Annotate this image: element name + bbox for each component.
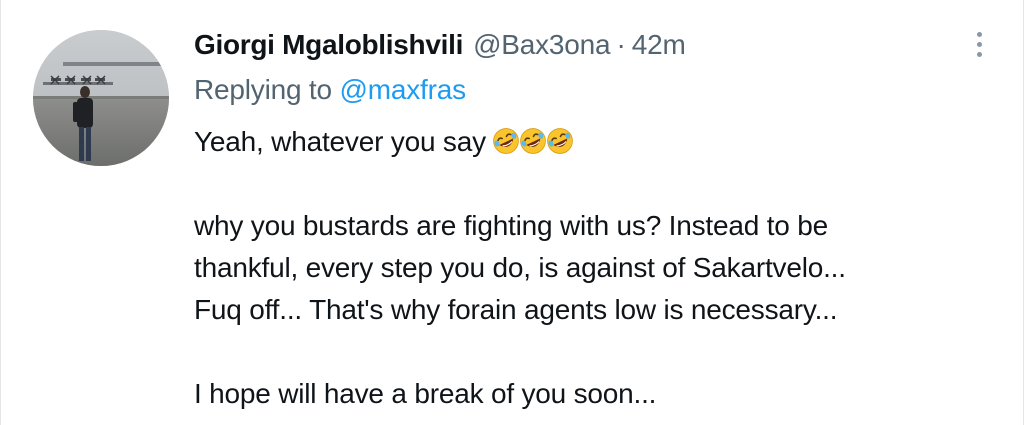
avatar[interactable] xyxy=(33,30,169,166)
replying-to-mention[interactable]: @maxfras xyxy=(339,74,466,105)
more-dot xyxy=(976,31,982,37)
tweet-text-line-3: thankful, every step you do, is against … xyxy=(194,252,846,283)
rolling-on-floor-laughing-icon xyxy=(520,128,546,154)
rolling-on-floor-laughing-icon xyxy=(493,128,519,154)
tweet-header: Giorgi Mgaloblishvili @Bax3ona · 42m xyxy=(194,27,686,63)
tweet-card[interactable]: Giorgi Mgaloblishvili @Bax3ona · 42m Rep… xyxy=(0,0,1024,425)
tweet-text: Yeah, whatever you say why you bustards … xyxy=(194,121,994,415)
tweet-text-line-2: why you bustards are fighting with us? I… xyxy=(194,210,828,241)
rolling-on-floor-laughing-icon xyxy=(547,128,573,154)
more-dot xyxy=(976,41,982,47)
tweet-text-line-5: I hope will have a break of you soon... xyxy=(194,378,657,409)
separator-dot: · xyxy=(616,29,626,60)
display-name[interactable]: Giorgi Mgaloblishvili xyxy=(194,27,463,63)
replying-to-label: Replying to xyxy=(194,74,332,105)
avatar-photo xyxy=(33,30,169,166)
more-dot xyxy=(976,51,982,57)
replying-to: Replying to @maxfras xyxy=(194,72,466,108)
more-vertical-icon[interactable] xyxy=(967,26,991,62)
tweet-text-line: Yeah, whatever you say xyxy=(194,121,994,163)
tweet-text-line-4: Fuq off... That's why forain agents low … xyxy=(194,294,838,325)
emoji-group xyxy=(486,121,574,163)
tweet-text-line-1: Yeah, whatever you say xyxy=(194,126,486,157)
timestamp[interactable]: 42m xyxy=(632,27,686,63)
user-handle[interactable]: @Bax3ona xyxy=(473,27,611,63)
